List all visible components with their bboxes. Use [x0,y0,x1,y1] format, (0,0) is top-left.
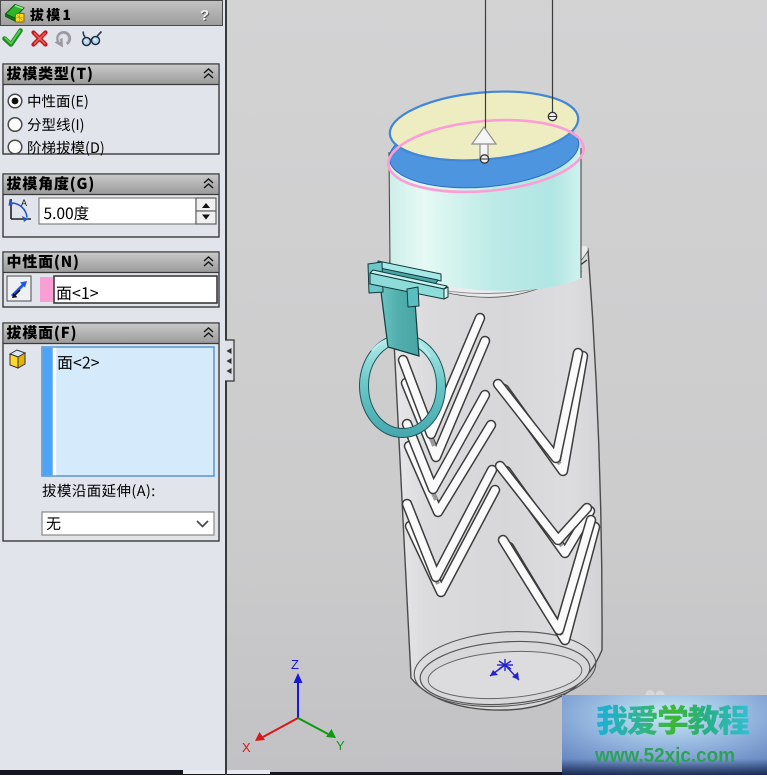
svg-text:www.52xjc.com: www.52xjc.com [594,745,735,767]
svg-text:Z: Z [291,657,299,672]
svg-text:A: A [21,198,27,208]
svg-text:X: X [242,740,251,755]
svg-text:?: ? [200,7,209,24]
svg-text:Y: Y [336,738,345,753]
